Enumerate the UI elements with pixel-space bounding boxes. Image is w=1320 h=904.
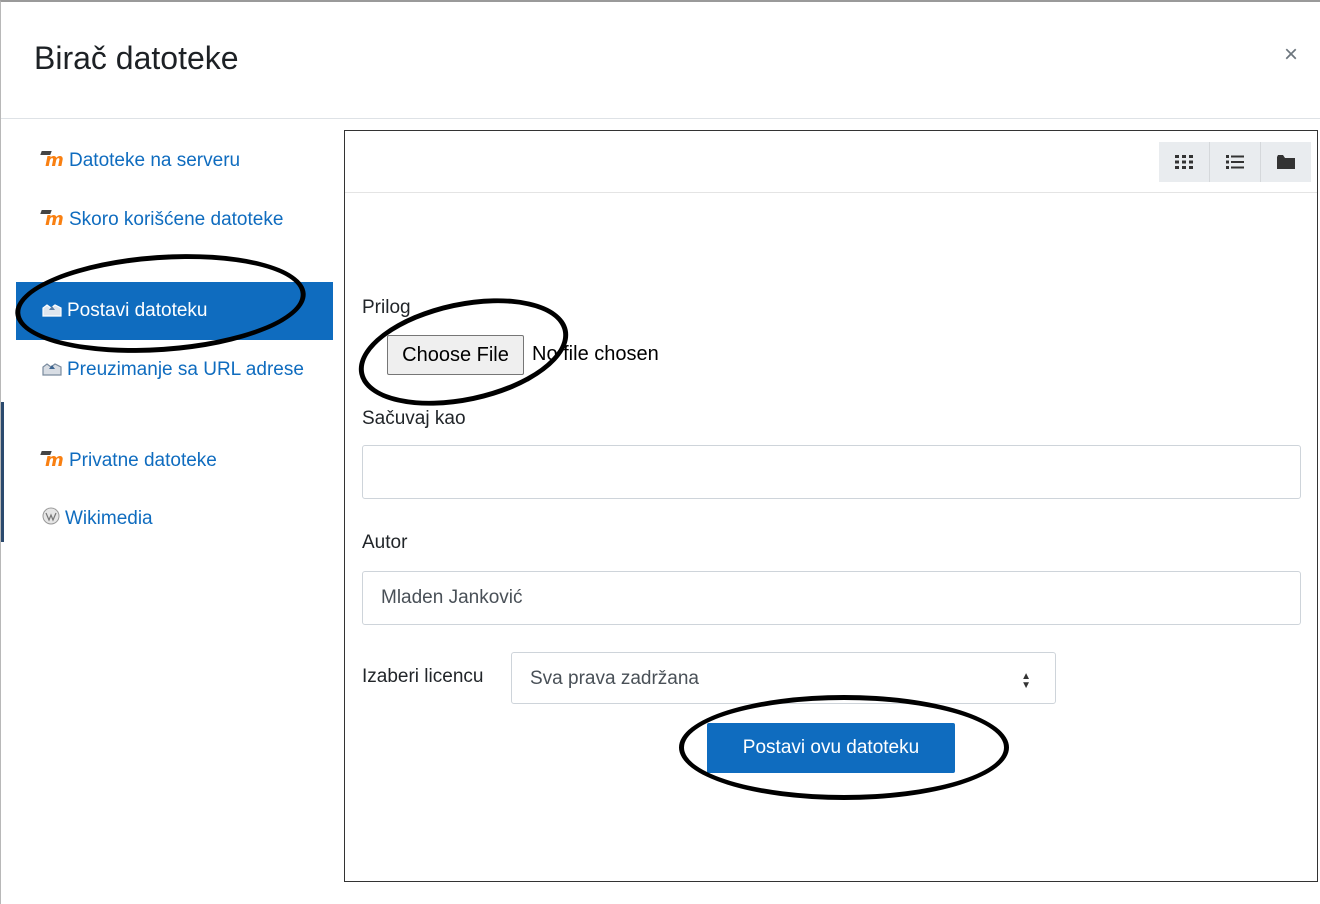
dialog-title: Birač datoteke bbox=[34, 40, 239, 76]
list-view-icon[interactable] bbox=[1210, 142, 1261, 182]
sidebar-item-recent-files[interactable]: m Skoro korišćene datoteke bbox=[16, 206, 316, 234]
choose-file-button[interactable]: Choose File bbox=[387, 335, 524, 375]
license-select[interactable]: Sva prava zadržana ▲ ▼ bbox=[511, 652, 1056, 704]
dialog-header: Birač datoteke × bbox=[1, 2, 1320, 119]
upload-icon bbox=[41, 284, 63, 342]
sort-arrows-icon: ▲ ▼ bbox=[1021, 671, 1031, 691]
wikimedia-icon bbox=[41, 506, 61, 535]
page-edge-divider bbox=[1, 402, 4, 542]
license-label: Izaberi licencu bbox=[362, 666, 484, 687]
upload-icon bbox=[41, 358, 63, 386]
moodle-icon: m bbox=[41, 450, 65, 471]
close-icon[interactable]: × bbox=[1284, 42, 1298, 68]
view-switcher bbox=[1159, 142, 1311, 182]
grid-view-icon[interactable] bbox=[1159, 142, 1210, 182]
license-select-value: Sva prava zadržana bbox=[530, 668, 699, 689]
save-as-label: Sačuvaj kao bbox=[362, 408, 466, 429]
moodle-icon: m bbox=[41, 209, 65, 230]
sidebar-item-server-files[interactable]: m Datoteke na serveru bbox=[16, 147, 333, 175]
file-status-text: No file chosen bbox=[532, 343, 659, 365]
sidebar-item-wikimedia[interactable]: Wikimedia bbox=[16, 505, 333, 535]
author-label: Autor bbox=[362, 532, 408, 553]
save-as-input[interactable] bbox=[362, 445, 1301, 499]
upload-file-button[interactable]: Postavi ovu datoteku bbox=[707, 723, 955, 773]
sidebar-item-url-download[interactable]: Preuzimanje sa URL adrese bbox=[16, 356, 316, 386]
attachment-label: Prilog bbox=[362, 297, 411, 318]
file-picker-dialog: Birač datoteke × m Datoteke na serveru mS… bbox=[0, 0, 1320, 904]
author-input[interactable]: Mladen Janković bbox=[362, 571, 1301, 625]
sidebar-item-private-files[interactable]: m Privatne datoteke bbox=[16, 447, 333, 475]
sidebar-item-upload-file[interactable]: Postavi datoteku bbox=[16, 282, 333, 340]
moodle-icon: m bbox=[41, 150, 65, 171]
view-toolbar bbox=[345, 131, 1317, 193]
folder-view-icon[interactable] bbox=[1261, 142, 1311, 182]
